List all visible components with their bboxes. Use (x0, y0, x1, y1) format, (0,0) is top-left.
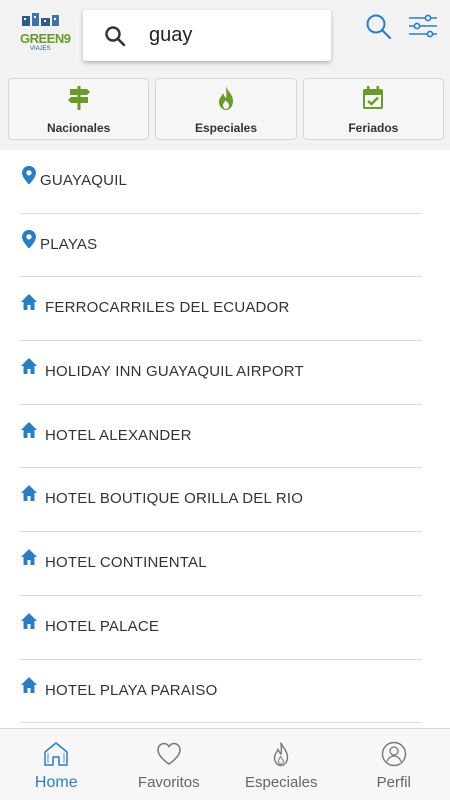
nav-especiales[interactable]: Especiales (225, 729, 338, 800)
nav-perfil[interactable]: Perfil (338, 729, 450, 800)
result-label: PLAYAS (40, 235, 98, 253)
flame-icon (218, 86, 233, 110)
category-feriados[interactable]: Feriados (302, 78, 444, 140)
home-icon (21, 294, 37, 311)
list-item[interactable]: HOTEL BOUTIQUE ORILLA DEL RIO (20, 468, 422, 533)
list-item[interactable]: GUAYAQUIL (20, 150, 422, 214)
nav-favoritos[interactable]: Favoritos (113, 729, 226, 800)
result-label: HOTEL CONTINENTAL (45, 554, 207, 572)
nav-label: Perfil (376, 774, 411, 791)
filter-sliders-icon[interactable] (408, 14, 438, 38)
search-input[interactable] (149, 20, 319, 50)
category-label: Nacionales (46, 121, 111, 135)
list-item[interactable]: HOTEL CONTINENTAL (20, 532, 422, 596)
list-item[interactable]: FERROCARRILES DEL ECUADOR (20, 277, 422, 342)
result-label: HOLIDAY INN GUAYAQUIL AIRPORT (45, 363, 304, 381)
category-tabs: Nacionales Especiales Feriados (8, 78, 444, 140)
home-icon (21, 612, 37, 629)
category-nacionales[interactable]: Nacionales (8, 78, 150, 140)
list-item[interactable]: HOTEL PLAYA PARAISO (20, 660, 422, 724)
home-icon (21, 676, 37, 693)
home-icon (21, 549, 37, 566)
search-icon[interactable] (364, 12, 392, 40)
search-results-list: GUAYAQUIL PLAYAS FERROCARRILES DEL ECUAD… (0, 150, 450, 728)
home-icon (21, 421, 37, 438)
result-label: HOTEL BOUTIQUE ORILLA DEL RIO (45, 490, 304, 508)
location-pin-icon (22, 166, 36, 185)
home-outline-icon (44, 742, 68, 766)
home-icon (21, 485, 37, 502)
search-box[interactable] (83, 10, 331, 61)
result-label: FERROCARRILES DEL ECUADOR (45, 299, 290, 317)
nav-label: Home (34, 774, 78, 791)
category-label: Especiales (194, 121, 258, 135)
location-pin-icon (22, 229, 36, 249)
list-item[interactable]: HOTEL ALEXANDER (20, 405, 422, 469)
app-logo[interactable]: GREEN9 VIAJES (16, 12, 71, 52)
search-icon[interactable] (103, 24, 127, 48)
user-icon (381, 741, 406, 767)
nav-home[interactable]: Home (0, 729, 113, 800)
result-label: GUAYAQUIL (40, 172, 128, 189)
list-item[interactable]: HOTEL PALACE (20, 596, 422, 660)
heart-icon (156, 742, 181, 765)
list-item[interactable]: HOLIDAY INN GUAYAQUIL AIRPORT (20, 341, 422, 405)
flame-outline-icon (274, 742, 289, 767)
signpost-icon (67, 86, 90, 110)
home-icon (21, 358, 37, 375)
result-label: HOTEL ALEXANDER (45, 426, 192, 444)
list-item[interactable]: PLAYAS (20, 214, 422, 278)
nav-label: Especiales (244, 774, 318, 791)
category-especiales[interactable]: Especiales (155, 78, 297, 140)
app-header: GREEN9 VIAJES Nacionales (0, 0, 450, 150)
bottom-navigation: Home Favoritos Especiales Perfil (0, 728, 450, 800)
result-label: HOTEL PLAYA PARAISO (45, 681, 218, 699)
calendar-check-icon (363, 86, 384, 109)
logo-subtext: VIAJES (30, 46, 51, 52)
logo-text: GREEN9 (20, 31, 71, 46)
result-label: HOTEL PALACE (45, 617, 160, 635)
category-label: Feriados (348, 121, 399, 135)
nav-label: Favoritos (137, 774, 200, 791)
